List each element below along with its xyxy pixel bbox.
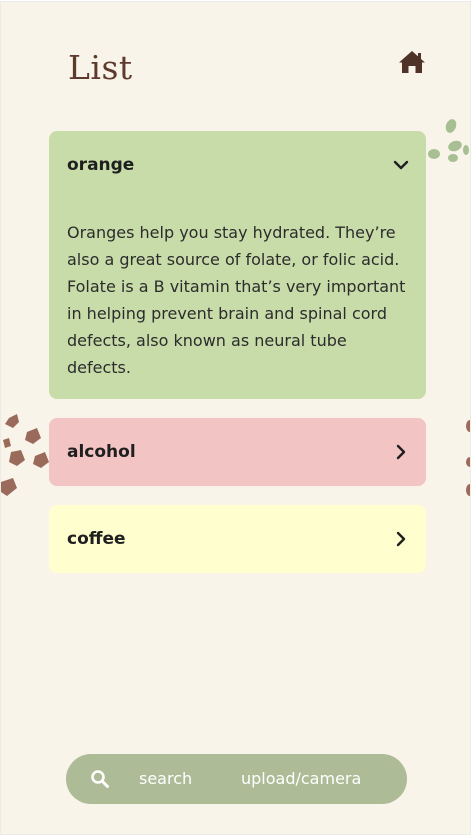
accordion-header-coffee[interactable]: coffee — [49, 505, 426, 573]
upload-camera-button[interactable]: upload/camera — [241, 769, 361, 788]
home-icon[interactable] — [398, 50, 426, 74]
accordion-header-orange[interactable]: orange — [49, 131, 426, 199]
bottom-nav-bar: search upload/camera — [66, 754, 407, 804]
accordion-item-coffee: coffee — [49, 505, 426, 573]
accordion-body-orange: Oranges help you stay hydrated. They’re … — [67, 223, 406, 377]
accordion-item-alcohol: alcohol — [49, 418, 426, 486]
accordion-title: orange — [67, 155, 135, 175]
accordion-header-alcohol[interactable]: alcohol — [49, 418, 426, 486]
brown-leaf-decoration-icon — [466, 420, 470, 496]
accordion-title: alcohol — [67, 442, 136, 462]
search-button[interactable]: search — [139, 769, 192, 788]
app-screen: List orange Oranges help you stay hydrat… — [1, 2, 470, 834]
accordion-item-orange: orange Oranges help you stay hydrated. T… — [49, 131, 426, 399]
page-title: List — [68, 48, 133, 87]
search-icon[interactable] — [90, 769, 110, 789]
brown-leaf-decoration-icon — [1, 414, 49, 496]
green-leaf-decoration-icon — [428, 119, 469, 162]
chevron-right-icon[interactable] — [392, 443, 410, 461]
chevron-down-icon[interactable] — [392, 156, 410, 174]
accordion-title: coffee — [67, 529, 126, 549]
chevron-right-icon[interactable] — [392, 530, 410, 548]
